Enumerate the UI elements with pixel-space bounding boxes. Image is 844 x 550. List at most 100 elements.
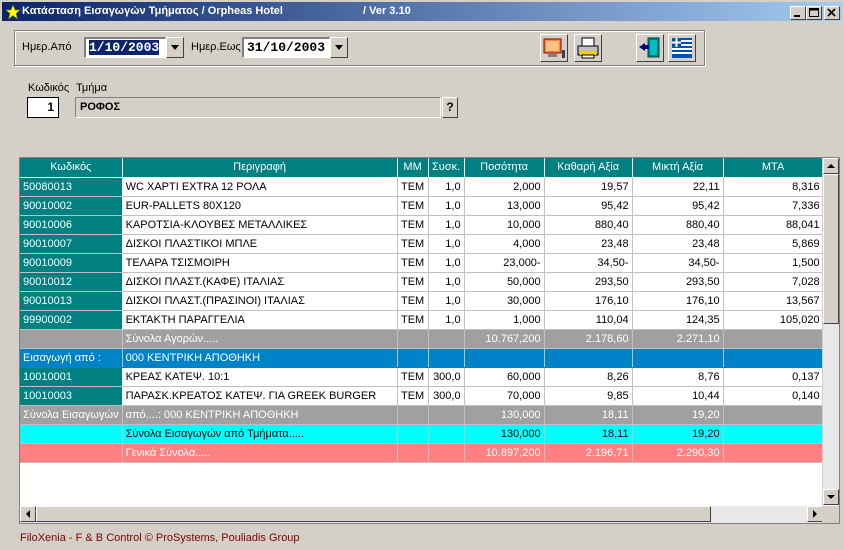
grand-total-label: Γενικά Σύνολα..... xyxy=(122,443,398,463)
date-from-dropdown[interactable] xyxy=(166,37,184,58)
imports-total-source: από....: 000 ΚΕΝΤΡΙΚΗ ΑΠΟΘΗΚΗ xyxy=(122,405,398,425)
row-net-value: 34,50- xyxy=(544,253,633,273)
table-row[interactable]: 50080013 WC ΧΑΡΤΙ EXTRA 12 ΡΟΛΑ ΤΕΜ 1,0 2,00… xyxy=(20,177,824,197)
col-header-gross-value[interactable]: Μικτή Αξία xyxy=(632,158,724,178)
row-gross-value: 124,35 xyxy=(632,310,724,330)
scroll-left-button[interactable] xyxy=(20,506,36,522)
department-code-field[interactable]: 1 xyxy=(27,97,59,118)
row-quantity: 50,000 xyxy=(464,272,545,292)
scroll-right-button[interactable] xyxy=(807,506,823,522)
dept-imports-total-gross: 19,20 xyxy=(632,424,724,444)
col-header-unit[interactable]: ΜΜ xyxy=(397,158,429,178)
table-row[interactable]: 90010013 ΔΙΣΚΟΙ ΠΛΑΣΤ.(ΠΡΑΣΙΝΟΙ) ΙΤΑΛΙΑΣ Τ… xyxy=(20,291,824,311)
row-quantity: 2,000 xyxy=(464,177,545,197)
col-header-mta[interactable]: ΜΤΑ xyxy=(723,158,824,178)
vertical-scroll-thumb[interactable] xyxy=(823,174,839,324)
row-description: ΚΑΡΟΤΣΙΑ-ΚΛΟΥΒΕΣ ΜΕΤΑΛΛΙΚΕΣ xyxy=(122,215,398,235)
arrow-up-icon xyxy=(827,164,835,168)
vertical-scrollbar[interactable] xyxy=(822,158,839,505)
horizontal-scrollbar[interactable] xyxy=(20,506,823,523)
purchases-total-label: Σύνολα Αγορών..... xyxy=(122,329,398,349)
table-row[interactable]: 90010002 EUR-PALLETS 80X120 ΤΕΜ 1,0 13,000 95… xyxy=(20,196,824,216)
language-button[interactable] xyxy=(668,34,696,62)
code-label: Κωδικός xyxy=(28,82,70,94)
arrow-right-icon xyxy=(813,510,817,518)
row-code: 10010003 xyxy=(20,386,123,406)
row-unit: ΤΕΜ xyxy=(397,196,429,216)
table-row[interactable]: 90010012 ΔΙΣΚΟΙ ΠΛΑΣΤ.(ΚΑΦΕ) ΙΤΑΛΙΑΣ ΤΕΜ 1,… xyxy=(20,272,824,292)
dept-imports-total-net: 18,11 xyxy=(544,424,633,444)
dept-imports-total-quantity: 130,000 xyxy=(464,424,545,444)
scroll-up-button[interactable] xyxy=(823,158,839,174)
monitor-icon xyxy=(543,38,565,58)
imports-total-gross: 19,20 xyxy=(632,405,724,425)
row-pack: 1,0 xyxy=(428,196,465,216)
table-row[interactable]: 99900002 ΕΚΤΑΚΤΗ ΠΑΡΑΓΓΕΛΙΑ ΤΕΜ 1,0 1,000 110… xyxy=(20,310,824,330)
table-row[interactable]: 90010007 ΔΙΣΚΟΙ ΠΛΑΣΤΙΚΟΙ ΜΠΛΕ ΤΕΜ 1,0 4,000… xyxy=(20,234,824,254)
date-to-dropdown[interactable] xyxy=(330,37,348,58)
row-description: ΔΙΣΚΟΙ ΠΛΑΣΤ.(ΠΡΑΣΙΝΟΙ) ΙΤΑΛΙΑΣ xyxy=(122,291,398,311)
purchases-total-quantity: 10.767,200 xyxy=(464,329,545,349)
department-lookup-button[interactable]: ? xyxy=(442,97,458,118)
col-header-quantity[interactable]: Ποσότητα xyxy=(464,158,545,178)
row-unit: ΤΕΜ xyxy=(397,234,429,254)
horizontal-scroll-thumb[interactable] xyxy=(36,506,711,522)
row-unit: ΤΕΜ xyxy=(397,272,429,292)
row-net-value: 293,50 xyxy=(544,272,633,292)
grid-header-row: Κωδικός Περιγραφή ΜΜ Συσκ. Ποσότητα Καθα… xyxy=(20,158,824,178)
col-header-description[interactable]: Περιγραφή xyxy=(122,158,398,178)
row-code: 90010002 xyxy=(20,196,123,216)
imports-total-label: Σύνολα Εισαγωγών xyxy=(20,405,123,425)
imports-total-net: 18,11 xyxy=(544,405,633,425)
row-net-value: 8,26 xyxy=(544,367,633,387)
row-net-value: 95,42 xyxy=(544,196,633,216)
row-mta: 105,020 xyxy=(723,310,824,330)
close-button[interactable] xyxy=(824,6,840,20)
row-code: 90010013 xyxy=(20,291,123,311)
date-to-input[interactable]: 31/10/2003 xyxy=(242,37,330,58)
col-header-code[interactable]: Κωδικός xyxy=(20,158,123,178)
arrow-left-icon xyxy=(26,510,30,518)
arrow-down-icon xyxy=(827,495,835,499)
row-mta: 13,567 xyxy=(723,291,824,311)
table-row[interactable]: 90010006 ΚΑΡΟΤΣΙΑ-ΚΛΟΥΒΕΣ ΜΕΤΑΛΛΙΚΕΣ ΤΕΜ 1,… xyxy=(20,215,824,235)
minimize-button[interactable] xyxy=(790,6,806,20)
print-button[interactable] xyxy=(574,34,602,62)
col-header-net-value[interactable]: Καθαρή Αξία xyxy=(544,158,633,178)
table-row[interactable]: 10010001 ΚΡΕΑΣ ΚΑΤΕΨ. 10:1 ΤΕΜ 300,0 60,000 8… xyxy=(20,367,824,387)
row-code: 90010007 xyxy=(20,234,123,254)
maximize-button[interactable] xyxy=(806,6,822,20)
row-gross-value: 22,11 xyxy=(632,177,724,197)
table-row[interactable]: 10010003 ΠΑΡΑΣΚ.ΚΡΕΑΤΟΣ ΚΑΤΕΨ. ΓΙΑ GREEK … xyxy=(20,386,824,406)
screen-preview-button[interactable] xyxy=(540,34,568,62)
department-label: Τμήμα xyxy=(76,82,108,94)
row-quantity: 1,000 xyxy=(464,310,545,330)
row-net-value: 880,40 xyxy=(544,215,633,235)
row-code: 99900002 xyxy=(20,310,123,330)
exit-button[interactable] xyxy=(636,34,664,62)
grand-total-net: 2.196,71 xyxy=(544,443,633,463)
row-pack: 300,0 xyxy=(428,386,465,406)
row-pack: 1,0 xyxy=(428,253,465,273)
exit-door-icon xyxy=(639,37,660,58)
row-gross-value: 34,50- xyxy=(632,253,724,273)
row-mta: 8,316 xyxy=(723,177,824,197)
row-net-value: 110,04 xyxy=(544,310,633,330)
row-description: ΠΑΡΑΣΚ.ΚΡΕΑΤΟΣ ΚΑΤΕΨ. ΓΙΑ GREEK BURGER xyxy=(122,386,398,406)
window-title: Κατάσταση Εισαγωγών Τμήματος / Orpheas H… xyxy=(22,5,283,17)
grand-total-row: Γενικά Σύνολα..... 10.897,200 2.196,71 2.29… xyxy=(20,443,824,463)
row-quantity: 23,000- xyxy=(464,253,545,273)
row-pack: 1,0 xyxy=(428,177,465,197)
date-from-input[interactable]: 1/10/2003 xyxy=(84,37,166,58)
row-quantity: 4,000 xyxy=(464,234,545,254)
title-bar: Κατάσταση Εισαγωγών Τμήματος / Orpheas H… xyxy=(2,2,842,21)
imports-total-quantity: 130,000 xyxy=(464,405,545,425)
col-header-pack[interactable]: Συσκ. xyxy=(428,158,465,178)
row-gross-value: 23,48 xyxy=(632,234,724,254)
purchases-total-gross: 2.271,10 xyxy=(632,329,724,349)
row-pack: 1,0 xyxy=(428,215,465,235)
table-row[interactable]: 90010009 ΤΕΛΑΡΑ ΤΣΙΣΜΟΙΡΗ ΤΕΜ 1,0 23,000- 34,… xyxy=(20,253,824,273)
scroll-down-button[interactable] xyxy=(823,489,839,505)
import-source-row: Εισαγωγή από :000 ΚΕΝΤΡΙΚΗ ΑΠΟΘΗΚΗ xyxy=(20,348,824,368)
row-unit: ΤΕΜ xyxy=(397,215,429,235)
